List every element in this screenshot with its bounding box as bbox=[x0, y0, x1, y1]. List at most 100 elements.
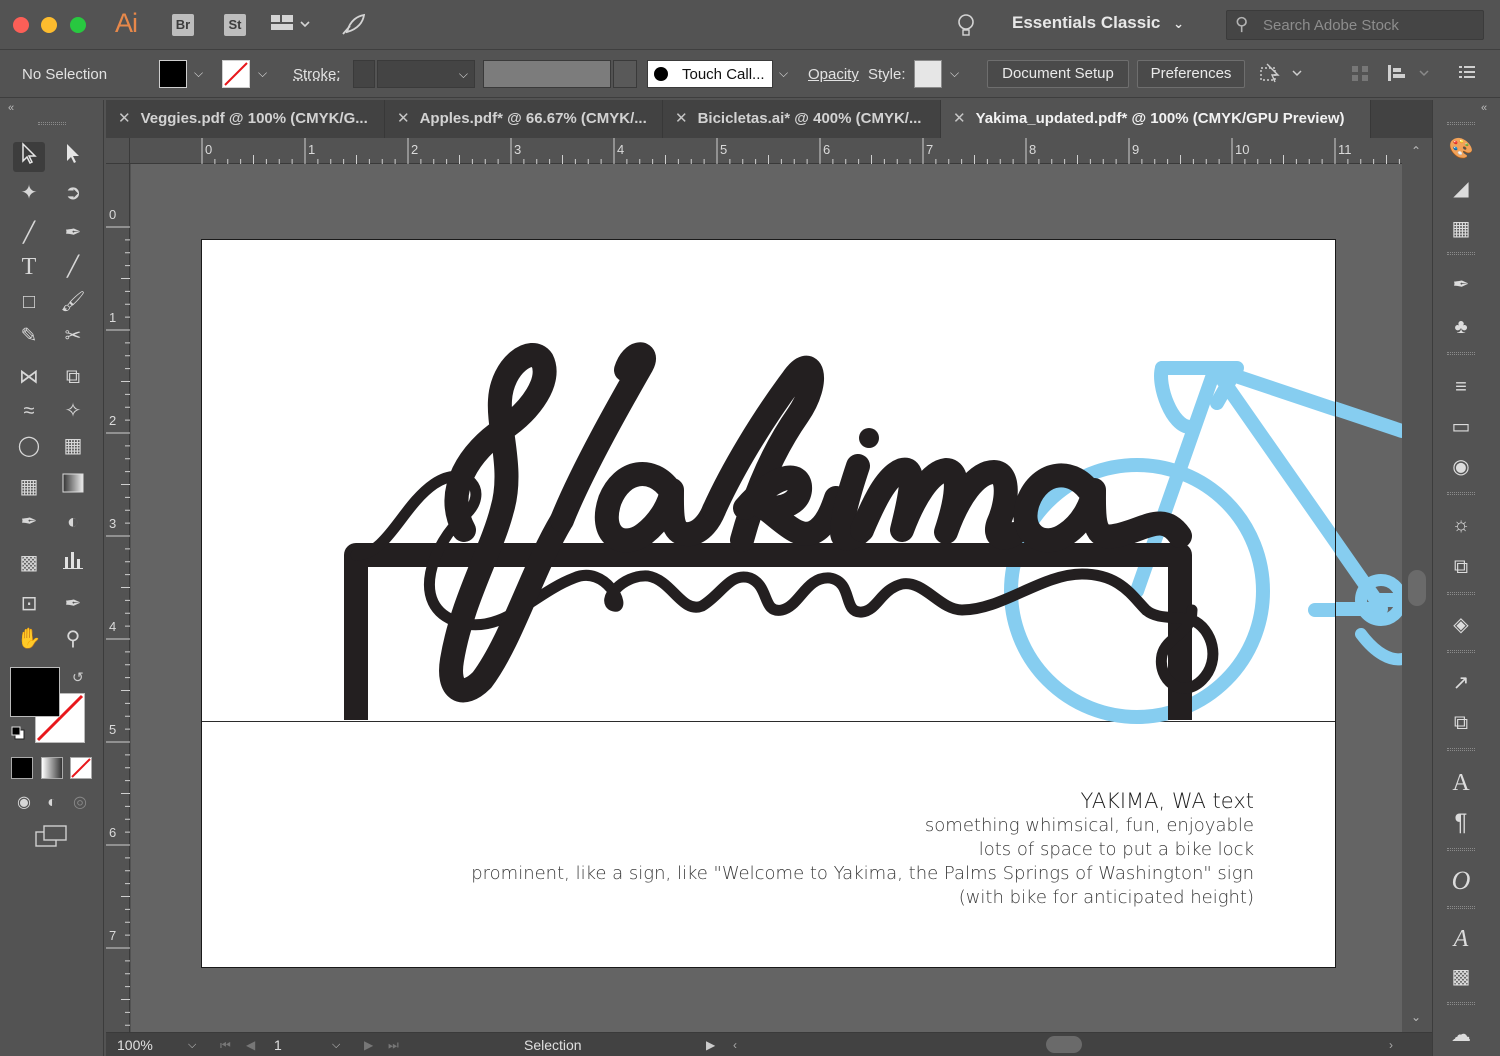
scroll-right-arrow-icon[interactable]: › bbox=[1389, 1038, 1393, 1052]
horizontal-scroll-thumb[interactable] bbox=[1046, 1036, 1082, 1053]
close-tab-icon[interactable]: ✕ bbox=[675, 110, 688, 127]
slice-tool-icon[interactable]: ✒ bbox=[57, 589, 89, 619]
artboards-icon[interactable]: ⧉ bbox=[1446, 708, 1476, 738]
brushes-icon[interactable]: ✒ bbox=[1446, 270, 1476, 300]
stroke-weight-stepper[interactable] bbox=[353, 60, 375, 88]
line-segment-tool-icon[interactable]: ╱ bbox=[57, 252, 89, 282]
current-tool-status[interactable]: Selection bbox=[524, 1037, 582, 1053]
fill-dropdown-chevron-icon[interactable]: ⌵ bbox=[194, 66, 203, 81]
creative-cloud-icon[interactable]: ☁ bbox=[1446, 1020, 1476, 1050]
close-window-button[interactable] bbox=[13, 17, 29, 33]
export-icon[interactable]: ↗ bbox=[1446, 668, 1476, 698]
artboard[interactable]: YAKIMA, WA text something whimsical, fun… bbox=[201, 239, 1336, 968]
tab-veggies[interactable]: ✕ Veggies.pdf @ 100% (CMYK/G... bbox=[106, 100, 385, 138]
search-stock-input[interactable]: ⚲ Search Adobe Stock bbox=[1226, 10, 1484, 40]
graphic-style-swatch[interactable] bbox=[914, 60, 942, 88]
gradient-mode-button[interactable] bbox=[41, 757, 63, 779]
magic-wand-tool-icon[interactable]: ✦ bbox=[13, 178, 45, 208]
symbols-icon[interactable]: ♣ bbox=[1446, 312, 1476, 342]
color-palette-icon[interactable]: 🎨 bbox=[1446, 134, 1476, 164]
default-colors-icon[interactable] bbox=[11, 726, 25, 740]
shape-builder-tool-icon[interactable]: ◯ bbox=[13, 431, 45, 461]
close-tab-icon[interactable]: ✕ bbox=[397, 110, 410, 127]
eyedropper-tool-icon[interactable]: ✒ bbox=[13, 507, 45, 537]
stroke-panel-icon[interactable]: ≡ bbox=[1446, 372, 1476, 402]
blend-tool-icon[interactable]: ◐ bbox=[57, 507, 89, 537]
panel-grip[interactable] bbox=[1447, 122, 1475, 125]
stroke-weight-field[interactable]: ⌵ bbox=[377, 60, 475, 88]
type-tool-icon[interactable]: T bbox=[13, 252, 45, 282]
panel-grip[interactable] bbox=[38, 122, 66, 125]
zoom-dropdown-chevron-icon[interactable]: ⌵ bbox=[188, 1039, 196, 1052]
lasso-tool-icon[interactable]: ➲ bbox=[57, 178, 89, 208]
panel-grip[interactable] bbox=[1447, 650, 1475, 653]
artboard-number[interactable]: 1 bbox=[274, 1037, 282, 1053]
bridge-button[interactable]: Br bbox=[172, 14, 194, 36]
document-setup-button[interactable]: Document Setup bbox=[987, 60, 1129, 88]
discover-lightbulb-icon[interactable] bbox=[955, 12, 977, 43]
swap-colors-icon[interactable]: ↺ bbox=[72, 669, 84, 686]
style-dropdown-chevron-icon[interactable]: ⌵ bbox=[950, 66, 959, 81]
selection-tool-icon[interactable] bbox=[13, 142, 45, 172]
first-artboard-icon[interactable]: ⏮ bbox=[220, 1038, 231, 1053]
panel-grip[interactable] bbox=[1447, 352, 1475, 355]
variable-width-profile[interactable] bbox=[483, 60, 611, 88]
zoom-tool-icon[interactable]: ⚲ bbox=[57, 624, 89, 654]
design-notes[interactable]: YAKIMA, WA text something whimsical, fun… bbox=[471, 788, 1254, 910]
scroll-thumb[interactable] bbox=[1408, 570, 1426, 606]
next-artboard-icon[interactable]: ▶ bbox=[364, 1038, 373, 1052]
swatches-icon[interactable]: ▦ bbox=[1446, 214, 1476, 244]
none-mode-button[interactable] bbox=[70, 757, 92, 779]
collapse-panel-icon[interactable]: « bbox=[8, 102, 14, 114]
color-guide-icon[interactable]: ◢ bbox=[1446, 174, 1476, 204]
scroll-down-arrow-icon[interactable]: ⌄ bbox=[1411, 1010, 1421, 1024]
previous-artboard-icon[interactable]: ◀ bbox=[246, 1038, 255, 1052]
preferences-button[interactable]: Preferences bbox=[1137, 60, 1245, 88]
minimize-window-button[interactable] bbox=[41, 17, 57, 33]
scissors-tool-icon[interactable]: ✂ bbox=[57, 321, 89, 351]
panel-grip[interactable] bbox=[1447, 748, 1475, 751]
appearance-icon[interactable]: ☼ bbox=[1446, 510, 1476, 540]
mesh-tool-icon[interactable]: ▦ bbox=[13, 472, 45, 502]
panel-grip[interactable] bbox=[1447, 492, 1475, 495]
panel-grip[interactable] bbox=[1447, 252, 1475, 255]
panel-grip[interactable] bbox=[1447, 1002, 1475, 1005]
artboard-dropdown-chevron-icon[interactable]: ⌵ bbox=[332, 1039, 340, 1052]
direct-selection-tool-icon[interactable] bbox=[57, 142, 89, 172]
fill-color-swatch[interactable] bbox=[10, 667, 60, 717]
tab-apples[interactable]: ✕ Apples.pdf* @ 66.67% (CMYK/... bbox=[385, 100, 663, 138]
scale-tool-icon[interactable]: ⧉ bbox=[57, 362, 89, 392]
pen-tool-icon[interactable]: ✒ bbox=[57, 218, 89, 248]
collapse-dock-icon[interactable]: « bbox=[1481, 102, 1487, 114]
scroll-left-arrow-icon[interactable]: ‹ bbox=[733, 1038, 737, 1052]
puppet-warp-tool-icon[interactable]: ✧ bbox=[57, 396, 89, 426]
panel-grip[interactable] bbox=[1447, 592, 1475, 595]
select-similar-icon[interactable] bbox=[1258, 62, 1304, 91]
zoom-window-button[interactable] bbox=[70, 17, 86, 33]
close-tab-icon[interactable]: ✕ bbox=[953, 110, 966, 127]
horizontal-ruler[interactable]: 0 1 2 3 4 5 6 7 8 9 10 11 bbox=[130, 138, 1402, 164]
libraries-icon[interactable]: ▩ bbox=[1446, 962, 1476, 992]
perspective-grid-tool-icon[interactable]: ▦ bbox=[57, 431, 89, 461]
pencil-tool-icon[interactable]: ✎ bbox=[13, 321, 45, 351]
vertical-scrollbar[interactable]: ⌃ ⌄ bbox=[1402, 138, 1432, 1032]
layers-icon[interactable]: ◈ bbox=[1446, 610, 1476, 640]
gpu-performance-icon[interactable] bbox=[340, 12, 366, 43]
transform-icon[interactable] bbox=[1386, 62, 1434, 89]
brush-definition-field[interactable]: Touch Call... bbox=[647, 60, 773, 88]
artboard-tool-icon[interactable]: ⊡ bbox=[13, 589, 45, 619]
yakima-lettering[interactable] bbox=[202, 240, 1335, 720]
arrange-documents-icon[interactable] bbox=[270, 12, 312, 41]
color-mode-button[interactable] bbox=[11, 757, 33, 779]
opacity-link[interactable]: Opacity bbox=[808, 66, 859, 83]
gradient-panel-icon[interactable]: ▭ bbox=[1446, 412, 1476, 442]
rectangle-tool-icon[interactable]: □ bbox=[13, 287, 45, 317]
column-graph-tool-icon[interactable] bbox=[57, 548, 89, 578]
align-icon[interactable] bbox=[1350, 62, 1370, 89]
stroke-dropdown-chevron-icon[interactable]: ⌵ bbox=[258, 66, 267, 81]
reflect-tool-icon[interactable]: ⋈ bbox=[13, 362, 45, 392]
hand-tool-icon[interactable]: ✋ bbox=[13, 624, 45, 654]
character-icon[interactable]: A bbox=[1446, 768, 1476, 798]
opentype-icon[interactable]: O bbox=[1446, 866, 1476, 896]
stock-button[interactable]: St bbox=[224, 14, 246, 36]
